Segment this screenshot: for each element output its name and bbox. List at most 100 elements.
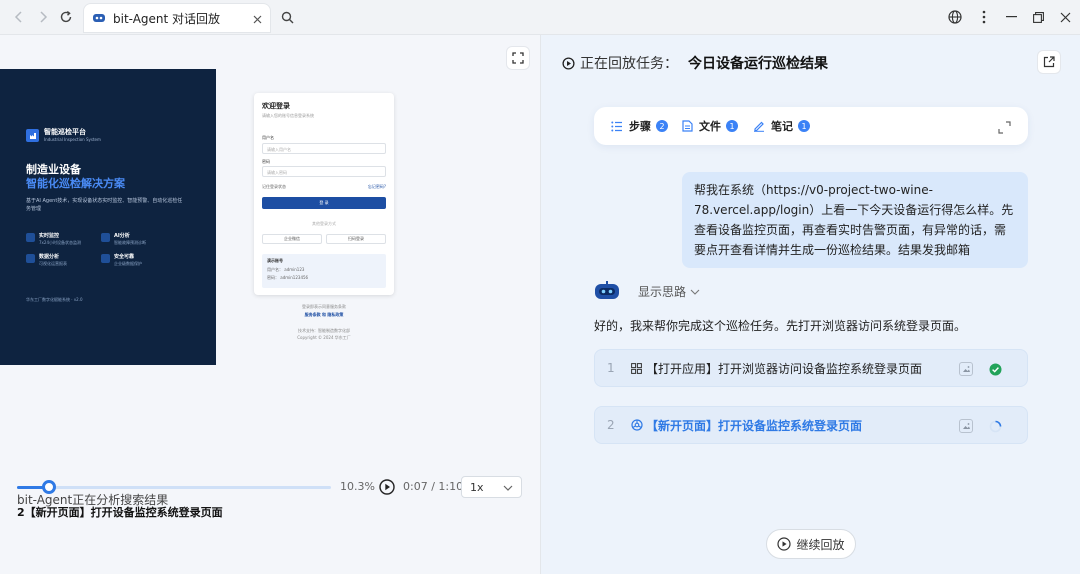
- demo-title: 演示账号: [267, 258, 283, 263]
- notes-count-badge: 1: [798, 120, 810, 132]
- preview-login-card: 欢迎登录 请输入您的账号信息登录系统 用户名 请输入用户名 密码 请输入密码 记…: [254, 93, 394, 295]
- feature-title: 安全可靠: [114, 254, 135, 260]
- login-subtitle: 请输入您的账号信息登录系统: [262, 113, 314, 118]
- chevron-down-icon: [690, 284, 700, 298]
- preview-copyright: Copyright © 2024 华东工厂: [297, 335, 351, 340]
- preview-feature: AI分析 智能故障预测诊断: [101, 232, 146, 246]
- minimize-icon[interactable]: [1002, 8, 1020, 26]
- preview-hero-panel: 智能巡检平台 Industrial Inspection System 制造业设…: [0, 69, 216, 365]
- agent-message: 好的，我来帮你完成这个巡检任务。先打开浏览器访问系统登录页面。: [594, 319, 967, 333]
- play-button[interactable]: [379, 479, 395, 495]
- fullscreen-button[interactable]: [506, 46, 530, 70]
- feature-title: 实时监控: [39, 233, 60, 239]
- tab-bit-agent[interactable]: bit-Agent 对话回放: [84, 4, 270, 32]
- tab-steps-label: 步骤: [629, 120, 651, 133]
- feature-desc: 企业级数据保护: [114, 261, 142, 266]
- browser-chrome: bit-Agent 对话回放: [0, 0, 1080, 35]
- demo-account-box: 演示账号 用户名： admin123 密码： admin123456: [262, 254, 386, 288]
- close-window-icon[interactable]: [1056, 8, 1074, 26]
- preview-hero-desc: 基于AI Agent技术，实现设备状态实时监控、智能预警、自动化巡检任务管理: [26, 198, 183, 212]
- back-icon[interactable]: [10, 8, 28, 26]
- more-icon[interactable]: [975, 8, 993, 26]
- conversation-pane: 正在回放任务： 今日设备运行巡检结果 步骤 2 文件 1 笔记 1 帮我在系统（…: [540, 35, 1080, 574]
- username-input: 请输入用户名: [262, 143, 386, 154]
- share-button[interactable]: [1037, 50, 1061, 74]
- step-card[interactable]: 1 【打开应用】打开浏览器访问设备监控系统登录页面: [594, 349, 1028, 387]
- login-divider: 其他登录方式: [312, 221, 336, 226]
- tab-steps[interactable]: 步骤 2: [611, 118, 668, 134]
- tab-files-label: 文件: [699, 120, 721, 133]
- agent-header: 显示思路: [594, 280, 700, 302]
- wecom-login: 企业微信: [262, 234, 322, 244]
- forgot-link: 忘记密码?: [367, 184, 386, 189]
- app-grid-icon: [631, 362, 643, 374]
- login-title: 欢迎登录: [262, 102, 290, 110]
- show-thinking-toggle[interactable]: 显示思路: [638, 283, 700, 300]
- screenshot-icon[interactable]: [959, 362, 973, 376]
- preview-feature: 数据分析 可视化运营报表: [26, 253, 67, 267]
- screenshot-icon[interactable]: [959, 419, 973, 433]
- feature-title: AI分析: [114, 233, 130, 239]
- remember-checkbox: 记住登录状态: [262, 184, 286, 189]
- file-icon: [682, 120, 693, 132]
- toolbar-expand-icon[interactable]: [998, 119, 1011, 138]
- browser-icon: [631, 419, 643, 431]
- loading-spinner-icon: [988, 419, 1002, 433]
- feature-desc: 7x24小时设备状态监测: [39, 240, 82, 245]
- monitor-icon: [26, 233, 35, 242]
- preview-brand-name: 智能巡检平台: [44, 128, 86, 137]
- play-icon: [777, 537, 792, 551]
- replay-label: 正在回放任务：: [580, 56, 678, 72]
- current-step-label: 2【新开页面】打开设备监控系统登录页面: [17, 506, 223, 519]
- step-number: 2: [607, 418, 615, 432]
- search-icon[interactable]: [278, 8, 296, 26]
- preview-brand-sub: Industrial Inspection System: [44, 136, 101, 142]
- user-message: 帮我在系统（https://v0-project-two-wine-78.ver…: [682, 172, 1028, 268]
- agent-avatar-icon: [595, 281, 619, 299]
- forward-icon[interactable]: [34, 8, 52, 26]
- preview-hero-line2: 智能化巡检解决方案: [26, 177, 125, 190]
- chevron-down-icon: [503, 481, 513, 494]
- step-title: 【新开页面】打开设备监控系统登录页面: [646, 418, 863, 433]
- factory-icon: [26, 129, 39, 142]
- qr-login: 扫码登录: [326, 234, 386, 244]
- success-check-icon: [988, 362, 1002, 376]
- tab-notes[interactable]: 笔记 1: [753, 118, 810, 134]
- globe-icon[interactable]: [946, 8, 964, 26]
- close-icon[interactable]: [253, 9, 262, 28]
- chart-icon: [26, 254, 35, 263]
- demo-user: 用户名： admin123: [267, 267, 305, 272]
- step-title: 【打开应用】打开浏览器访问设备监控系统登录页面: [646, 361, 923, 376]
- replay-task-title: 今日设备运行巡检结果: [688, 56, 828, 72]
- replay-icon: [562, 56, 575, 70]
- progress-percent: 10.3%: [340, 480, 375, 493]
- demo-pass: 密码： admin123456: [267, 275, 309, 280]
- share-icon: [1043, 56, 1055, 68]
- tab-files[interactable]: 文件 1: [682, 118, 738, 134]
- step-card[interactable]: 2 【新开页面】打开设备监控系统登录页面: [594, 406, 1028, 444]
- replay-preview-pane: 智能巡检平台 Industrial Inspection System 制造业设…: [0, 35, 540, 574]
- preview-support: 技术支持：智能制造数字化部: [298, 328, 350, 333]
- login-submit: 登 录: [262, 197, 386, 209]
- progress-track[interactable]: [17, 486, 331, 489]
- preview-feature: 实时监控 7x24小时设备状态监测: [26, 232, 81, 246]
- ai-icon: [101, 233, 110, 242]
- continue-replay-button[interactable]: 继续回放: [766, 529, 856, 559]
- feature-title: 数据分析: [39, 254, 60, 260]
- expand-icon: [512, 52, 524, 64]
- continue-replay-label: 继续回放: [796, 537, 845, 552]
- files-count-badge: 1: [726, 120, 738, 132]
- speed-select[interactable]: 1x: [461, 476, 522, 498]
- list-icon: [611, 121, 622, 131]
- preview-terms: 登录即表示同意服务条款: [302, 304, 346, 309]
- speed-value: 1x: [470, 480, 484, 494]
- steps-count-badge: 2: [656, 120, 668, 132]
- step-number: 1: [607, 361, 615, 375]
- username-label: 用户名: [262, 135, 274, 140]
- restore-icon[interactable]: [1029, 8, 1047, 26]
- play-icon: [379, 479, 395, 495]
- reload-icon[interactable]: [57, 8, 75, 26]
- tab-title: bit-Agent 对话回放: [113, 11, 221, 26]
- show-thinking-label: 显示思路: [638, 284, 687, 299]
- replay-toolbar: 步骤 2 文件 1 笔记 1: [594, 107, 1028, 145]
